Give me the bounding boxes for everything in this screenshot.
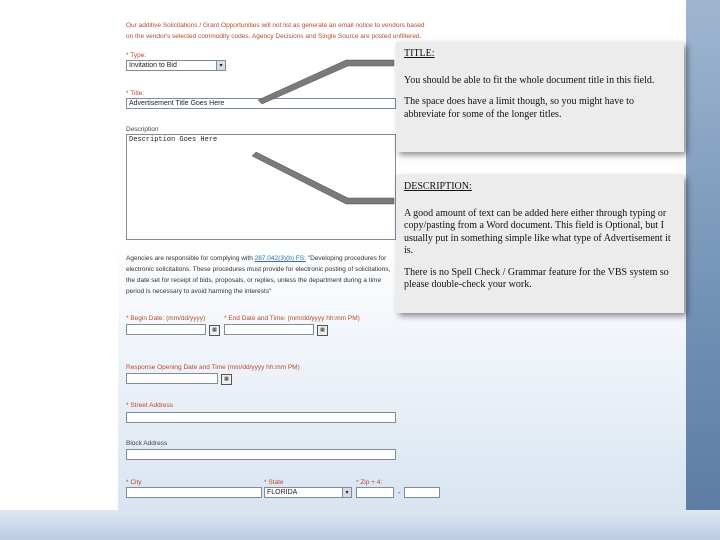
description-callout-heading: DESCRIPTION: xyxy=(404,181,472,192)
title-connector xyxy=(257,59,395,105)
title-callout-text-2: The space does have a limit though, so y… xyxy=(404,96,634,120)
description-callout: DESCRIPTION: A good amount of text can b… xyxy=(396,175,684,313)
description-callout-text-1: A good amount of text can be added here … xyxy=(404,207,671,257)
description-callout-text-2: There is no Spell Check / Grammar featur… xyxy=(404,266,669,291)
title-callout: TITLE: You should be able to fit the who… xyxy=(396,42,684,152)
title-callout-heading: TITLE: xyxy=(404,48,435,59)
title-callout-text-1: You should be able to fit the whole docu… xyxy=(404,74,655,86)
description-connector xyxy=(251,151,395,205)
